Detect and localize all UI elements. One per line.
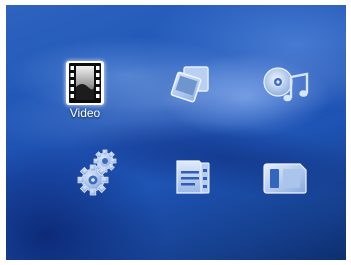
photos-icon (170, 66, 209, 103)
film-strip-icon (66, 61, 104, 105)
menu-item-music[interactable] (252, 65, 322, 135)
menu-item-files[interactable] (158, 157, 228, 227)
memory-card-icon (263, 163, 307, 194)
menu-item-video[interactable]: Video (50, 57, 120, 127)
menu-item-settings[interactable] (64, 147, 134, 217)
gears-icon (77, 149, 117, 196)
file-manager-icon (176, 160, 210, 194)
media-menu-screen: Video (6, 5, 346, 260)
menu-item-video-label: Video (69, 106, 101, 120)
menu-item-memory-card[interactable] (250, 161, 320, 231)
music-disc-icon (263, 67, 309, 102)
menu-item-photos[interactable] (156, 63, 226, 133)
